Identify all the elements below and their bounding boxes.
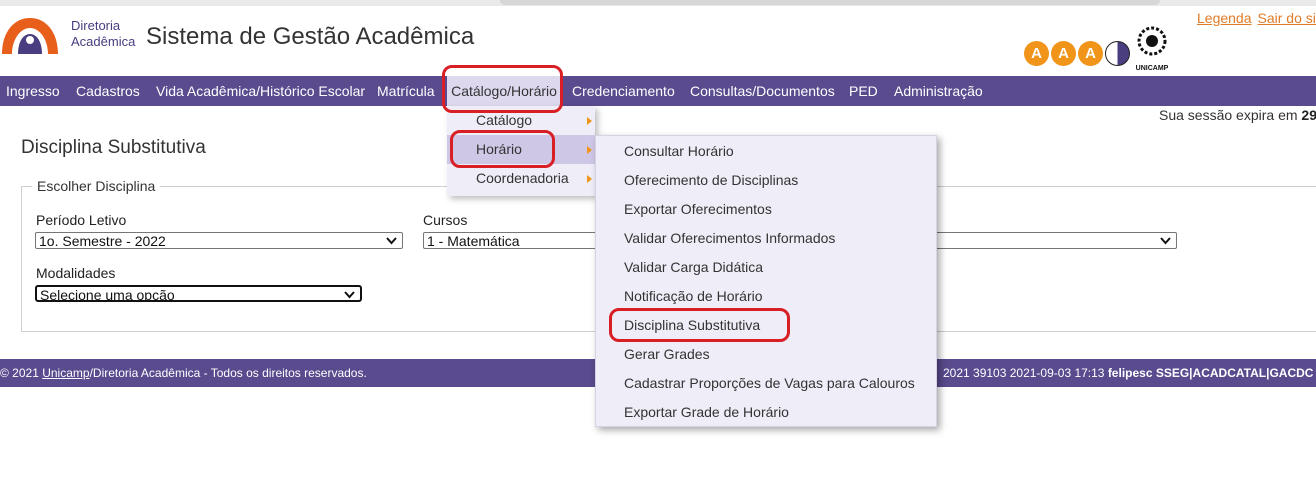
- cursos-label: Cursos: [423, 212, 468, 228]
- nav-ped[interactable]: PED: [849, 76, 878, 106]
- footer-copyright-suffix: /Diretoria Acadêmica - Todos os direitos…: [89, 366, 367, 380]
- caret-right-icon: [587, 146, 592, 154]
- org-name-line2: Acadêmica: [71, 34, 136, 49]
- menu-item-cadastrar-proporcoes[interactable]: Cadastrar Proporções de Vagas para Calou…: [624, 375, 915, 391]
- page-title: Disciplina Substitutiva: [21, 137, 206, 158]
- footer-copyright-prefix: © 2021: [0, 366, 43, 380]
- modalidades-label: Modalidades: [36, 265, 116, 281]
- menu-item-gerar-grades[interactable]: Gerar Grades: [624, 346, 710, 362]
- footer-session-info: 2021 39103 2021-09-03 17:13 felipesc SSE…: [943, 366, 1313, 380]
- nav-cadastros[interactable]: Cadastros: [76, 76, 140, 106]
- menu-item-disciplina-substitutiva[interactable]: Disciplina Substitutiva: [624, 317, 760, 333]
- menu-item-coordenadoria[interactable]: Coordenadoria: [447, 164, 595, 193]
- session-expiry: Sua sessão expira em 29m: [1159, 107, 1316, 123]
- footer-user-info: felipesc SSEG|ACADCATAL|GACDC: [1107, 366, 1314, 380]
- nav-administracao[interactable]: Administração: [894, 76, 983, 106]
- chevron-down-icon: [344, 291, 355, 299]
- menu-item-validar-oferecimentos[interactable]: Validar Oferecimentos Informados: [624, 230, 835, 246]
- nav-vida-academica[interactable]: Vida Acadêmica/Histórico Escolar: [156, 76, 365, 106]
- catalogo-horario-dropdown: Catálogo Horário Coordenadoria: [447, 106, 595, 196]
- font-size-small-button[interactable]: A: [1024, 41, 1049, 66]
- contrast-toggle-icon[interactable]: [1105, 41, 1130, 66]
- nav-credenciamento[interactable]: Credenciamento: [572, 76, 675, 106]
- modalidades-value: Selecione uma opção: [40, 287, 175, 302]
- caret-right-icon: [587, 175, 592, 183]
- diretoria-logo-icon: [2, 18, 58, 54]
- footer-copyright: © 2021 Unicamp/Diretoria Acadêmica - Tod…: [0, 366, 367, 380]
- nav-consultas-documentos[interactable]: Consultas/Documentos: [690, 76, 835, 106]
- unicamp-link[interactable]: Unicamp: [42, 366, 89, 380]
- org-name-line1: Diretoria: [71, 18, 121, 33]
- app-title: Sistema de Gestão Acadêmica: [146, 23, 475, 50]
- menu-item-consultar-horario[interactable]: Consultar Horário: [624, 143, 734, 159]
- menu-item-label: Horário: [476, 141, 522, 157]
- nav-catalogo-horario[interactable]: Catálogo/Horário: [447, 76, 561, 106]
- main-nav: Ingresso Cadastros Vida Acadêmica/Histór…: [0, 76, 1316, 106]
- sair-link[interactable]: Sair do sis: [1258, 10, 1316, 26]
- top-links: Legenda Sair do sis: [1197, 10, 1316, 26]
- caret-right-icon: [587, 117, 592, 125]
- menu-item-validar-carga-didatica[interactable]: Validar Carga Didática: [624, 259, 763, 275]
- chevron-down-icon: [1160, 237, 1171, 245]
- menu-item-exportar-grade-horario[interactable]: Exportar Grade de Horário: [624, 404, 789, 420]
- session-time: 29m: [1301, 107, 1316, 123]
- menu-item-catalogo[interactable]: Catálogo: [447, 106, 595, 135]
- menu-item-exportar-oferecimentos[interactable]: Exportar Oferecimentos: [624, 201, 772, 217]
- font-size-medium-button[interactable]: A: [1051, 41, 1076, 66]
- periodo-value: 1o. Semestre - 2022: [39, 233, 166, 249]
- fieldset-legend: Escolher Disciplina: [32, 178, 161, 194]
- unicamp-logo-icon: UNICAMP: [1136, 26, 1169, 72]
- menu-item-oferecimento-disciplinas[interactable]: Oferecimento de Disciplinas: [624, 172, 798, 188]
- nav-matricula[interactable]: Matrícula: [377, 76, 435, 106]
- periodo-select[interactable]: 1o. Semestre - 2022: [35, 232, 403, 249]
- menu-item-label: Coordenadoria: [476, 170, 569, 186]
- menu-item-notificacao-horario[interactable]: Notificação de Horário: [624, 288, 763, 304]
- footer-info-prefix: 2021 39103 2021-09-03 17:13: [943, 366, 1108, 380]
- modalidades-select[interactable]: Selecione uma opção: [35, 285, 362, 302]
- scroll-edge: [500, 0, 1160, 5]
- menu-item-label: Catálogo: [476, 112, 533, 128]
- unicamp-label: UNICAMP: [1136, 65, 1169, 72]
- legenda-link[interactable]: Legenda: [1197, 10, 1252, 26]
- browser-top-edge: [0, 0, 1316, 6]
- menu-item-horario[interactable]: Horário: [447, 135, 595, 164]
- periodo-label: Período Letivo: [36, 212, 127, 228]
- chevron-down-icon: [386, 237, 397, 245]
- font-size-large-button[interactable]: A: [1078, 41, 1103, 66]
- session-text: Sua sessão expira em: [1159, 107, 1302, 123]
- cursos-value: 1 - Matemática: [427, 233, 520, 249]
- horario-submenu: Consultar Horário Oferecimento de Discip…: [595, 135, 937, 427]
- nav-ingresso[interactable]: Ingresso: [6, 76, 60, 106]
